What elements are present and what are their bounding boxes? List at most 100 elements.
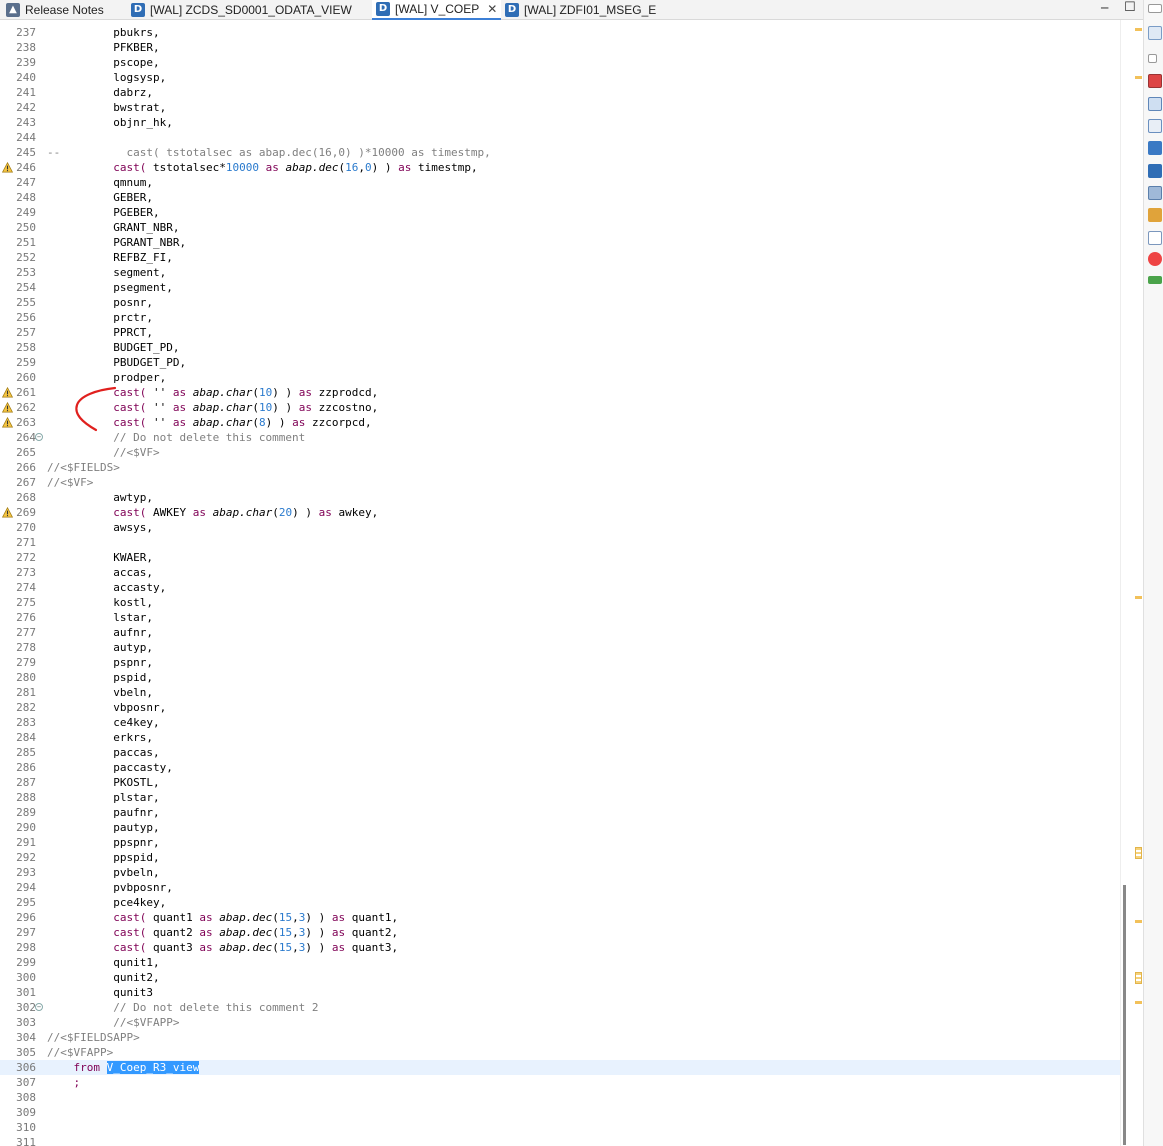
code-line[interactable]: 271 [0,535,1120,550]
code-line[interactable]: 303 //<$VFAPP> [0,1015,1120,1030]
code-line[interactable]: 270 awsys, [0,520,1120,535]
code-line[interactable]: 300 qunit2, [0,970,1120,985]
tab-v-coep[interactable]: D [WAL] V_COEP ✕ [372,0,502,20]
tab-zcds-sd0001-odata-view[interactable]: D [WAL] ZCDS_SD0001_ODATA_VIEW [131,0,352,20]
code-line[interactable]: 287 PKOSTL, [0,775,1120,790]
code-line[interactable]: 249 PGEBER, [0,205,1120,220]
minimize-icon[interactable]: ─ [1101,1,1108,15]
warning-icon[interactable] [2,402,13,413]
code-line[interactable]: 267 //<$VF> [0,475,1120,490]
warning-icon[interactable] [2,507,13,518]
code-line[interactable]: 256 prctr, [0,310,1120,325]
code-line[interactable]: 261 cast( '' as abap.char(10) ) as zzpro… [0,385,1120,400]
warning-icon[interactable] [2,417,13,428]
templates-icon[interactable] [1148,119,1162,133]
code-line[interactable]: 240 logsysp, [0,70,1120,85]
code-line[interactable]: 255 posnr, [0,295,1120,310]
code-line[interactable]: 304 //<$FIELDSAPP> [0,1030,1120,1045]
code-line[interactable]: 242 bwstrat, [0,100,1120,115]
tools-icon[interactable] [1148,208,1162,222]
occurrence-marker[interactable] [1135,847,1142,859]
code-line[interactable]: 252 REFBZ_FI, [0,250,1120,265]
code-line[interactable]: 273 accas, [0,565,1120,580]
code-line[interactable]: 280 pspid, [0,670,1120,685]
code-line[interactable]: 298 cast( quant3 as abap.dec(15,3) ) as … [0,940,1120,955]
code-line[interactable]: 268 awtyp, [0,490,1120,505]
code-line[interactable]: 295 pce4key, [0,895,1120,910]
code-line[interactable]: 275 kostl, [0,595,1120,610]
code-line[interactable]: 263 cast( '' as abap.char(8) ) as zzcorp… [0,415,1120,430]
code-line[interactable]: 251 PGRANT_NBR, [0,235,1120,250]
code-line[interactable]: 272 KWAER, [0,550,1120,565]
bookmarks-icon[interactable] [1148,141,1162,155]
code-line[interactable]: 254 psegment, [0,280,1120,295]
warning-icon[interactable] [2,162,13,173]
code-line[interactable]: 279 pspnr, [0,655,1120,670]
code-line[interactable]: 301 qunit3 [0,985,1120,1000]
feed-icon[interactable] [1148,164,1162,178]
code-line[interactable]: 259 PBUDGET_PD, [0,355,1120,370]
fold-toggle-icon[interactable]: − [35,433,43,441]
outline-icon[interactable] [1148,26,1162,40]
error-log-icon[interactable] [1148,252,1162,266]
code-line[interactable]: 278 autyp, [0,640,1120,655]
code-line[interactable]: 290 pautyp, [0,820,1120,835]
code-line[interactable]: 238 PFKBER, [0,40,1120,55]
code-line[interactable]: 308 [0,1090,1120,1105]
warning-icon[interactable] [2,387,13,398]
warning-marker[interactable] [1135,596,1142,599]
code-line[interactable]: 274 accasty, [0,580,1120,595]
code-line[interactable]: 285 paccas, [0,745,1120,760]
code-line[interactable]: 241 dabrz, [0,85,1120,100]
warning-marker[interactable] [1135,920,1142,923]
code-line[interactable]: 260 prodper, [0,370,1120,385]
code-line[interactable]: 239 pscope, [0,55,1120,70]
code-line[interactable]: 302− // Do not delete this comment 2 [0,1000,1120,1015]
task-list-icon[interactable] [1148,231,1162,245]
code-line[interactable]: 306 from V_Coep_R3_view [0,1060,1120,1075]
code-line[interactable]: 289 paufnr, [0,805,1120,820]
code-line[interactable]: 283 ce4key, [0,715,1120,730]
code-line[interactable]: 264− // Do not delete this comment [0,430,1120,445]
code-line[interactable]: 297 cast( quant2 as abap.dec(15,3) ) as … [0,925,1120,940]
code-line[interactable]: 248 GEBER, [0,190,1120,205]
code-line[interactable]: 284 erkrs, [0,730,1120,745]
code-line[interactable]: 293 pvbeln, [0,865,1120,880]
code-line[interactable]: 309 [0,1105,1120,1120]
warning-marker[interactable] [1135,28,1142,31]
code-line[interactable]: 245 -- cast( tstotalsec as abap.dec(16,0)… [0,145,1120,160]
code-line[interactable]: 266 //<$FIELDS> [0,460,1120,475]
warning-marker[interactable] [1135,1001,1142,1004]
tab-zdfi01-mseg-e[interactable]: D [WAL] ZDFI01_MSEG_E [505,0,656,20]
warning-marker[interactable] [1135,76,1142,79]
transport-icon[interactable] [1148,186,1162,200]
code-line[interactable]: 310 [0,1120,1120,1135]
code-line[interactable]: 294 pvbposnr, [0,880,1120,895]
progress-icon[interactable] [1148,276,1162,284]
fold-toggle-icon[interactable]: − [35,1003,43,1011]
code-line[interactable]: 250 GRANT_NBR, [0,220,1120,235]
code-line[interactable]: 307 ; [0,1075,1120,1090]
code-line[interactable]: 246 cast( tstotalsec*10000 as abap.dec(1… [0,160,1120,175]
close-icon[interactable]: ✕ [487,2,497,16]
code-editor[interactable]: 237 pbukrs, 238 PFKBER, 239 pscope, 240 log… [0,20,1120,1146]
restore-icon[interactable] [1148,54,1157,63]
code-line[interactable]: 281 vbeln, [0,685,1120,700]
code-line[interactable]: 262 cast( '' as abap.char(10) ) as zzcos… [0,400,1120,415]
code-line[interactable]: 282 vbposnr, [0,700,1120,715]
code-line[interactable]: 244 [0,130,1120,145]
code-line[interactable]: 237 pbukrs, [0,25,1120,40]
code-line[interactable]: 296 cast( quant1 as abap.dec(15,3) ) as … [0,910,1120,925]
code-line[interactable]: 288 plstar, [0,790,1120,805]
maximize-icon[interactable]: ☐ [1124,0,1136,15]
code-line[interactable]: 292 ppspid, [0,850,1120,865]
code-line[interactable]: 253 segment, [0,265,1120,280]
properties-icon[interactable] [1148,97,1162,111]
code-line[interactable]: 247 qmnum, [0,175,1120,190]
code-line[interactable]: 286 paccasty, [0,760,1120,775]
code-line[interactable]: 243 objnr_hk, [0,115,1120,130]
code-line[interactable]: 258 BUDGET_PD, [0,340,1120,355]
problems-icon[interactable] [1148,74,1162,88]
restore-icon[interactable] [1148,4,1162,13]
vertical-scrollbar-thumb[interactable] [1123,885,1126,1145]
